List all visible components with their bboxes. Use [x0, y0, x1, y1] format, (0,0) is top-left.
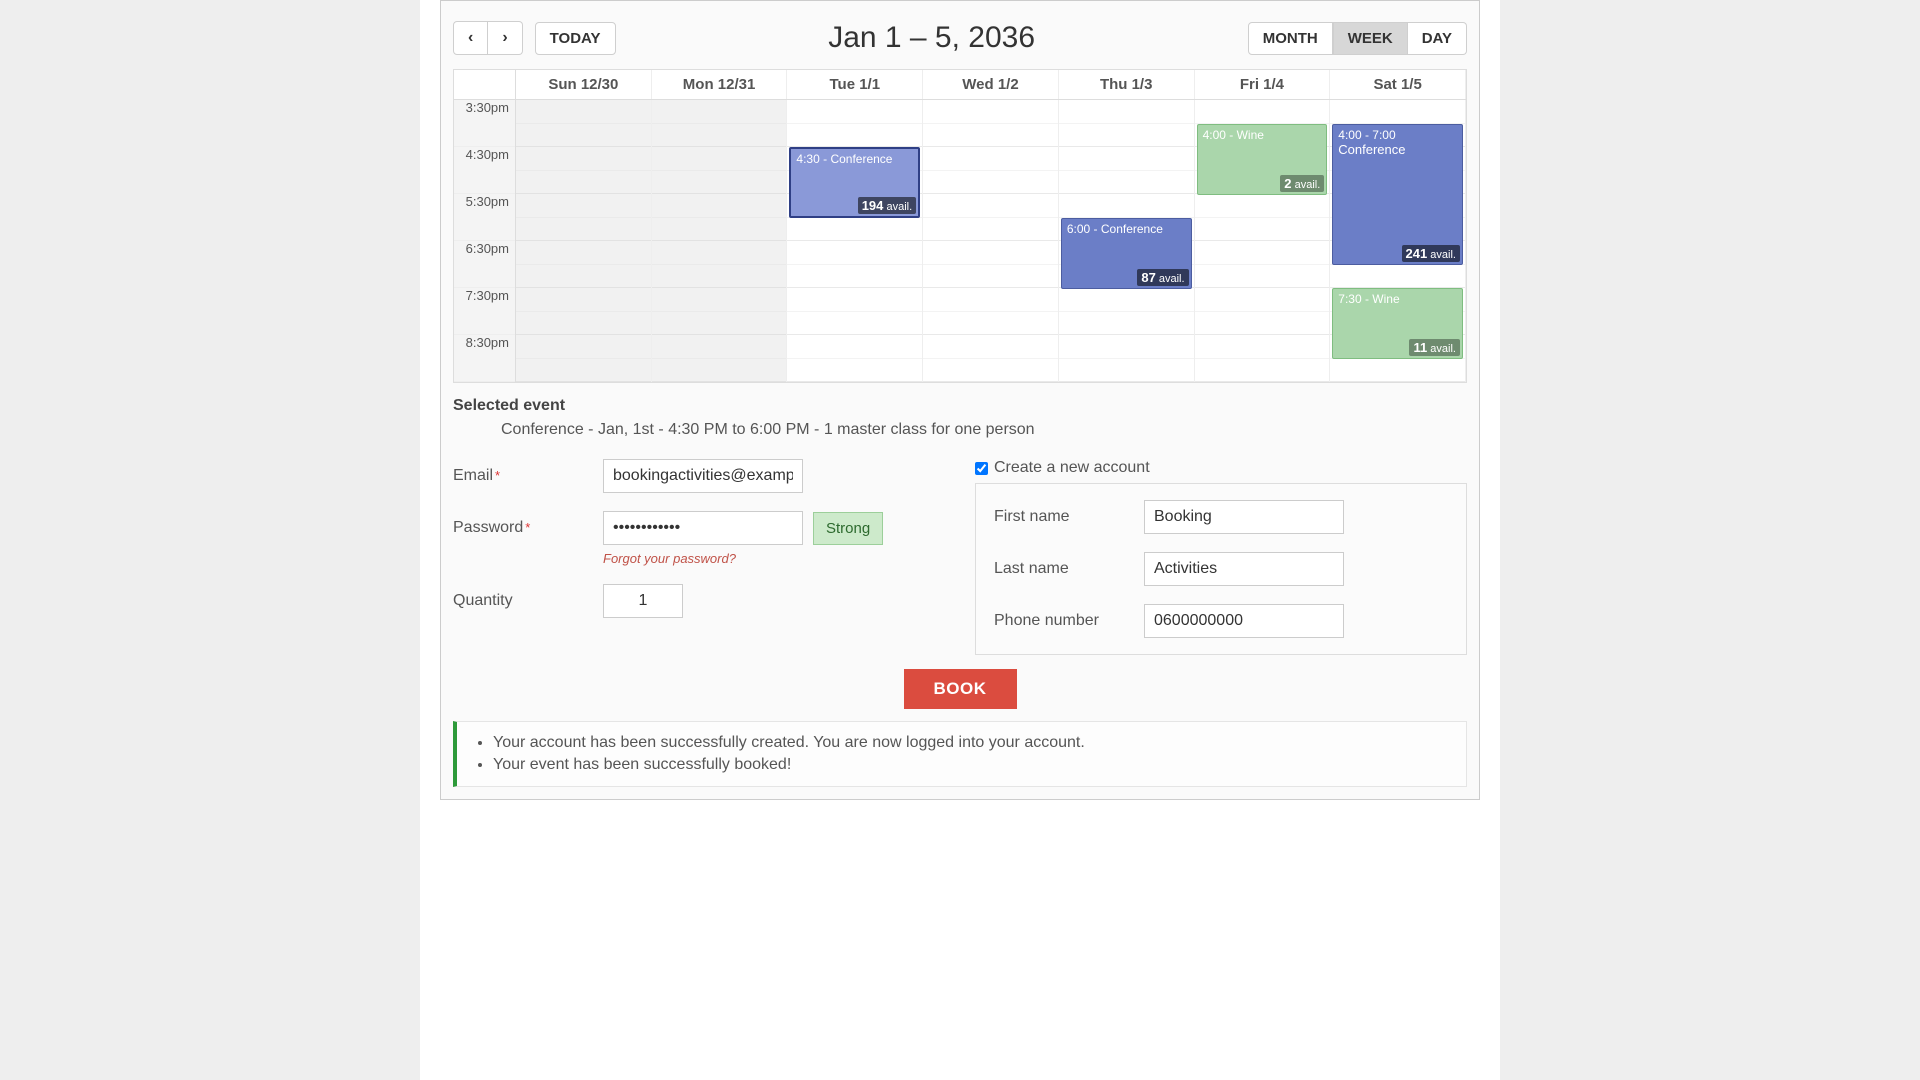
day-header: Mon 12/31 [652, 70, 788, 99]
success-messages: Your account has been successfully creat… [453, 721, 1467, 787]
chevron-right-icon: › [502, 29, 507, 46]
first-name-label: First name [994, 508, 1134, 526]
password-strength: Strong [813, 512, 883, 545]
next-button[interactable]: › [488, 21, 522, 55]
event-label: 6:00 - Conference [1067, 222, 1163, 236]
event-availability: 194 avail. [858, 197, 916, 214]
selected-event-text: Conference - Jan, 1st - 4:30 PM to 6:00 … [453, 415, 1467, 439]
event-availability: 11 avail. [1409, 339, 1460, 356]
time-gutter: 3:30pm 4:30pm 5:30pm 6:30pm 7:30pm 8:30p… [454, 100, 516, 382]
today-button[interactable]: TODAY [535, 22, 616, 55]
hour-label: 3:30pm [454, 100, 515, 147]
chevron-left-icon: ‹ [468, 29, 473, 46]
event-label: 4:00 - Wine [1203, 128, 1264, 142]
hour-label: 5:30pm [454, 194, 515, 241]
day-header: Tue 1/1 [787, 70, 923, 99]
last-name-field[interactable] [1144, 552, 1344, 586]
day-header: Sun 12/30 [516, 70, 652, 99]
last-name-label: Last name [994, 560, 1134, 578]
event-conference-tue[interactable]: 4:30 - Conference 194 avail. [789, 147, 920, 218]
event-title: Conference [1338, 142, 1457, 157]
quantity-label: Quantity [453, 592, 593, 610]
event-conference-thu[interactable]: 6:00 - Conference 87 avail. [1061, 218, 1192, 289]
day-col-sat[interactable]: 4:00 - 7:00 Conference 241 avail. 7:30 -… [1330, 100, 1466, 382]
event-availability: 2 avail. [1280, 175, 1324, 192]
success-message: Your account has been successfully creat… [493, 732, 1448, 754]
event-availability: 87 avail. [1137, 269, 1188, 286]
hour-label: 8:30pm [454, 335, 515, 382]
hour-label: 6:30pm [454, 241, 515, 288]
calendar-grid: Sun 12/30 Mon 12/31 Tue 1/1 Wed 1/2 Thu … [453, 69, 1467, 383]
email-label: Email* [453, 467, 593, 485]
day-header: Sat 1/5 [1330, 70, 1466, 99]
day-col-wed[interactable] [923, 100, 1059, 382]
event-label: 7:30 - Wine [1338, 292, 1399, 306]
day-header: Thu 1/3 [1059, 70, 1195, 99]
book-button[interactable]: BOOK [904, 669, 1017, 709]
first-name-field[interactable] [1144, 500, 1344, 534]
prev-button[interactable]: ‹ [453, 21, 488, 55]
password-field[interactable] [603, 511, 803, 545]
view-month-button[interactable]: MONTH [1248, 22, 1333, 55]
day-col-fri[interactable]: 4:00 - Wine 2 avail. [1195, 100, 1331, 382]
email-field[interactable] [603, 459, 803, 493]
forgot-password-link[interactable]: Forgot your password? [603, 551, 945, 566]
create-account-label: Create a new account [994, 459, 1150, 477]
create-account-toggle[interactable]: Create a new account [975, 459, 1467, 477]
day-col-sun[interactable] [516, 100, 652, 382]
view-day-button[interactable]: DAY [1408, 22, 1467, 55]
new-account-box: First name Last name Phone number [975, 483, 1467, 655]
view-week-button[interactable]: WEEK [1333, 22, 1408, 55]
event-label: 4:30 - Conference [796, 152, 892, 166]
hour-label: 4:30pm [454, 147, 515, 194]
phone-field[interactable] [1144, 604, 1344, 638]
create-account-checkbox[interactable] [975, 462, 988, 475]
event-wine-sat[interactable]: 7:30 - Wine 11 avail. [1332, 288, 1463, 359]
selected-event-heading: Selected event [453, 397, 1467, 415]
calendar-title: Jan 1 – 5, 2036 [628, 21, 1236, 55]
day-col-thu[interactable]: 6:00 - Conference 87 avail. [1059, 100, 1195, 382]
hour-label: 7:30pm [454, 288, 515, 335]
day-col-mon[interactable] [652, 100, 788, 382]
event-availability: 241 avail. [1402, 245, 1460, 262]
event-time: 4:00 - 7:00 [1338, 128, 1395, 142]
selected-event-section: Selected event Conference - Jan, 1st - 4… [453, 383, 1467, 439]
event-wine-fri[interactable]: 4:00 - Wine 2 avail. [1197, 124, 1328, 195]
quantity-stepper[interactable] [603, 584, 683, 618]
password-label: Password* [453, 519, 593, 537]
event-conference-sat[interactable]: 4:00 - 7:00 Conference 241 avail. [1332, 124, 1463, 265]
day-header: Wed 1/2 [923, 70, 1059, 99]
day-col-tue[interactable]: 4:30 - Conference 194 avail. [787, 100, 923, 382]
day-header: Fri 1/4 [1195, 70, 1331, 99]
calendar-toolbar: ‹ › TODAY Jan 1 – 5, 2036 MONTH WEEK DAY [453, 13, 1467, 69]
phone-label: Phone number [994, 612, 1134, 630]
success-message: Your event has been successfully booked! [493, 754, 1448, 776]
